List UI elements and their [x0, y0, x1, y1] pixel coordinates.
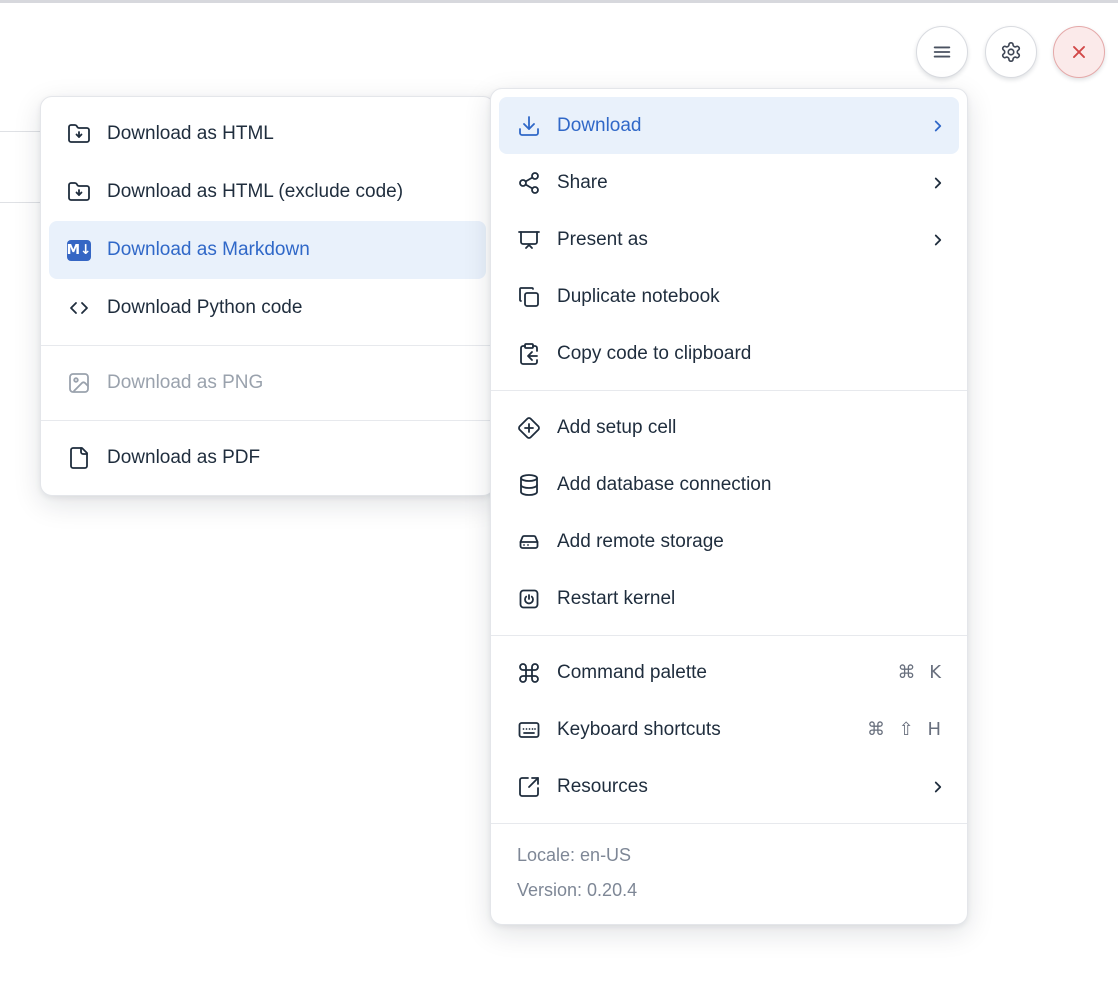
folder-download-icon: [67, 122, 91, 146]
folder-download-icon: [67, 180, 91, 204]
close-icon: [1068, 41, 1090, 63]
chevron-right-icon: [929, 174, 947, 192]
keyboard-icon: [517, 718, 541, 742]
square-power-icon: [517, 587, 541, 611]
submenu-item-download-html[interactable]: Download as HTML: [49, 105, 486, 163]
menu-item-add-setup-cell[interactable]: Add setup cell: [499, 399, 959, 456]
menu-item-label: Add setup cell: [557, 417, 947, 439]
menu-item-label: Present as: [557, 229, 913, 251]
menu-item-keyboard-shortcuts[interactable]: Keyboard shortcuts ⌘ ⇧ H: [499, 701, 959, 758]
clipboard-copy-icon: [517, 342, 541, 366]
menu-item-label: Command palette: [557, 662, 881, 684]
gear-icon: [1000, 41, 1022, 63]
menu-item-copy-code[interactable]: Copy code to clipboard: [499, 325, 959, 382]
menu-separator: [41, 420, 494, 421]
hard-drive-icon: [517, 530, 541, 554]
menu-item-label: Download as PDF: [107, 447, 474, 469]
menu-item-present-as[interactable]: Present as: [499, 211, 959, 268]
menu-separator: [491, 390, 967, 391]
menu-item-label: Download as Markdown: [107, 239, 474, 261]
menu-item-label: Download as HTML: [107, 123, 474, 145]
notebook-actions-menu: Download Share Present as Duplicate note…: [490, 88, 968, 925]
code-icon: [67, 296, 91, 320]
hamburger-icon: [931, 41, 953, 63]
version-text: Version: 0.20.4: [517, 873, 941, 908]
menu-item-label: Restart kernel: [557, 588, 947, 610]
menu-separator: [491, 635, 967, 636]
menu-item-share[interactable]: Share: [499, 154, 959, 211]
menu-item-label: Duplicate notebook: [557, 286, 947, 308]
submenu-item-download-png[interactable]: Download as PNG: [49, 354, 486, 412]
chevron-right-icon: [929, 778, 947, 796]
copy-icon: [517, 285, 541, 309]
presentation-icon: [517, 228, 541, 252]
top-divider: [0, 0, 1118, 3]
file-icon: [67, 446, 91, 470]
menu-item-restart-kernel[interactable]: Restart kernel: [499, 570, 959, 627]
diamond-plus-icon: [517, 416, 541, 440]
menu-item-label: Download: [557, 115, 913, 137]
menu-item-label: Share: [557, 172, 913, 194]
background-table-line: [0, 202, 41, 203]
menu-item-add-remote-storage[interactable]: Add remote storage: [499, 513, 959, 570]
shortcut-hint: ⌘ K: [897, 662, 947, 683]
database-icon: [517, 473, 541, 497]
menu-item-duplicate-notebook[interactable]: Duplicate notebook: [499, 268, 959, 325]
markdown-icon: M↓: [67, 238, 91, 262]
menu-item-label: Copy code to clipboard: [557, 343, 947, 365]
share-icon: [517, 171, 541, 195]
menu-item-label: Download as PNG: [107, 372, 474, 394]
chevron-right-icon: [929, 231, 947, 249]
submenu-item-download-python-code[interactable]: Download Python code: [49, 279, 486, 337]
menu-item-label: Download as HTML (exclude code): [107, 181, 474, 203]
external-link-icon: [517, 775, 541, 799]
command-icon: [517, 661, 541, 685]
download-icon: [517, 114, 541, 138]
menu-item-add-database-connection[interactable]: Add database connection: [499, 456, 959, 513]
menu-item-label: Add remote storage: [557, 531, 947, 553]
menu-item-label: Add database connection: [557, 474, 947, 496]
menu-item-label: Resources: [557, 776, 913, 798]
menu-separator: [41, 345, 494, 346]
hamburger-menu-button[interactable]: [916, 26, 968, 78]
background-table-line: [0, 131, 41, 132]
chevron-right-icon: [929, 117, 947, 135]
menu-item-resources[interactable]: Resources: [499, 758, 959, 815]
submenu-item-download-pdf[interactable]: Download as PDF: [49, 429, 486, 487]
submenu-item-download-markdown[interactable]: M↓ Download as Markdown: [49, 221, 486, 279]
menu-item-label: Download Python code: [107, 297, 474, 319]
image-icon: [67, 371, 91, 395]
menu-item-label: Keyboard shortcuts: [557, 719, 851, 741]
menu-item-download[interactable]: Download: [499, 97, 959, 154]
menu-separator: [491, 823, 967, 824]
submenu-item-download-html-exclude-code[interactable]: Download as HTML (exclude code): [49, 163, 486, 221]
shortcut-hint: ⌘ ⇧ H: [867, 719, 947, 740]
locale-text: Locale: en-US: [517, 838, 941, 873]
menu-item-command-palette[interactable]: Command palette ⌘ K: [499, 644, 959, 701]
settings-button[interactable]: [985, 26, 1037, 78]
download-submenu: Download as HTML Download as HTML (exclu…: [40, 96, 495, 496]
menu-footer: Locale: en-US Version: 0.20.4: [491, 832, 967, 916]
close-button[interactable]: [1053, 26, 1105, 78]
